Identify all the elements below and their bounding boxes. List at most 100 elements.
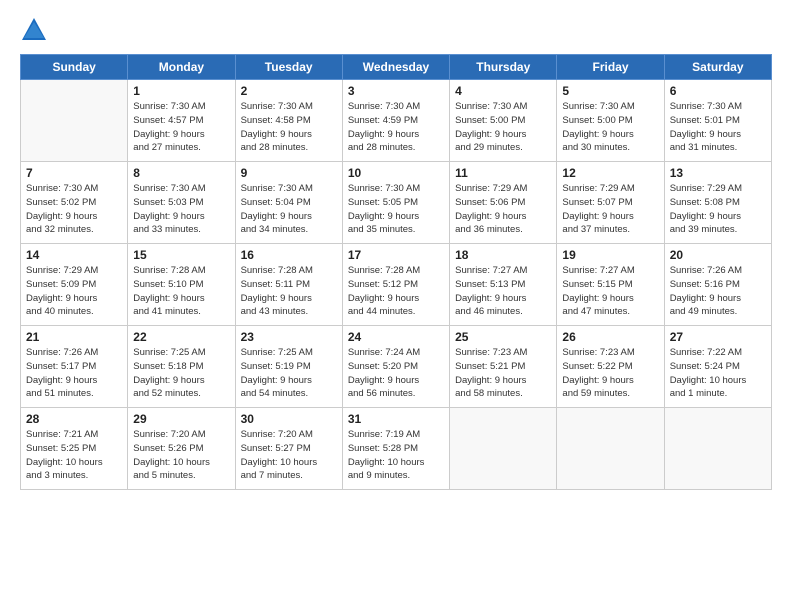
calendar-cell: 27 Sunrise: 7:22 AM Sunset: 5:24 PM Dayli… [664,326,771,408]
sun-info: Sunrise: 7:29 AM Sunset: 5:06 PM Dayligh… [455,182,551,237]
day-number: 7 [26,166,122,180]
sun-info: Sunrise: 7:26 AM Sunset: 5:16 PM Dayligh… [670,264,766,319]
calendar-cell: 22 Sunrise: 7:25 AM Sunset: 5:18 PM Dayli… [128,326,235,408]
calendar-cell: 11 Sunrise: 7:29 AM Sunset: 5:06 PM Dayli… [450,162,557,244]
calendar-cell: 3Sunrise: 7:30 AM Sunset: 4:59 PM Daylig… [342,80,449,162]
weekday-header-sunday: Sunday [21,55,128,80]
sun-info: Sunrise: 7:23 AM Sunset: 5:21 PM Dayligh… [455,346,551,401]
logo-icon [20,16,48,44]
day-number: 17 [348,248,444,262]
weekday-header-tuesday: Tuesday [235,55,342,80]
day-number: 21 [26,330,122,344]
calendar-cell: 21 Sunrise: 7:26 AM Sunset: 5:17 PM Dayli… [21,326,128,408]
calendar-cell: 4 Sunrise: 7:30 AM Sunset: 5:00 PM Daylig… [450,80,557,162]
calendar-cell: 16 Sunrise: 7:28 AM Sunset: 5:11 PM Dayli… [235,244,342,326]
sun-info: Sunrise: 7:30 AM Sunset: 5:03 PM Dayligh… [133,182,229,237]
sun-info: Sunrise: 7:27 AM Sunset: 5:15 PM Dayligh… [562,264,658,319]
day-number: 18 [455,248,551,262]
sun-info: Sunrise: 7:27 AM Sunset: 5:13 PM Dayligh… [455,264,551,319]
calendar-cell: 2Sunrise: 7:30 AM Sunset: 4:58 PM Daylig… [235,80,342,162]
day-number: 29 [133,412,229,426]
calendar-cell: 17 Sunrise: 7:28 AM Sunset: 5:12 PM Dayli… [342,244,449,326]
sun-info: Sunrise: 7:20 AM Sunset: 5:27 PM Dayligh… [241,428,337,483]
calendar-cell: 28 Sunrise: 7:21 AM Sunset: 5:25 PM Dayli… [21,408,128,490]
week-row-4: 21 Sunrise: 7:26 AM Sunset: 5:17 PM Dayli… [21,326,772,408]
day-number: 26 [562,330,658,344]
day-number: 4 [455,84,551,98]
calendar-cell: 13 Sunrise: 7:29 AM Sunset: 5:08 PM Dayli… [664,162,771,244]
sun-info: Sunrise: 7:29 AM Sunset: 5:07 PM Dayligh… [562,182,658,237]
day-number: 15 [133,248,229,262]
day-number: 27 [670,330,766,344]
calendar-cell: 31Sunrise: 7:19 AM Sunset: 5:28 PM Dayli… [342,408,449,490]
sun-info: Sunrise: 7:25 AM Sunset: 5:19 PM Dayligh… [241,346,337,401]
calendar-table: SundayMondayTuesdayWednesdayThursdayFrid… [20,54,772,490]
day-number: 31 [348,412,444,426]
day-number: 22 [133,330,229,344]
day-number: 6 [670,84,766,98]
weekday-header-thursday: Thursday [450,55,557,80]
calendar-cell: 20 Sunrise: 7:26 AM Sunset: 5:16 PM Dayli… [664,244,771,326]
day-number: 16 [241,248,337,262]
weekday-header-monday: Monday [128,55,235,80]
sun-info: Sunrise: 7:30 AM Sunset: 5:00 PM Dayligh… [562,100,658,155]
day-number: 20 [670,248,766,262]
sun-info: Sunrise: 7:26 AM Sunset: 5:17 PM Dayligh… [26,346,122,401]
day-number: 5 [562,84,658,98]
sun-info: Sunrise: 7:20 AM Sunset: 5:26 PM Dayligh… [133,428,229,483]
sun-info: Sunrise: 7:30 AM Sunset: 5:01 PM Dayligh… [670,100,766,155]
sun-info: Sunrise: 7:30 AM Sunset: 5:02 PM Dayligh… [26,182,122,237]
sun-info: Sunrise: 7:24 AM Sunset: 5:20 PM Dayligh… [348,346,444,401]
calendar-cell: 8Sunrise: 7:30 AM Sunset: 5:03 PM Daylig… [128,162,235,244]
calendar-cell: 23 Sunrise: 7:25 AM Sunset: 5:19 PM Dayli… [235,326,342,408]
weekday-header-friday: Friday [557,55,664,80]
day-number: 25 [455,330,551,344]
calendar-cell [557,408,664,490]
calendar-cell: 12Sunrise: 7:29 AM Sunset: 5:07 PM Dayli… [557,162,664,244]
calendar-cell: 26Sunrise: 7:23 AM Sunset: 5:22 PM Dayli… [557,326,664,408]
day-number: 11 [455,166,551,180]
day-number: 13 [670,166,766,180]
weekday-header-row: SundayMondayTuesdayWednesdayThursdayFrid… [21,55,772,80]
sun-info: Sunrise: 7:28 AM Sunset: 5:11 PM Dayligh… [241,264,337,319]
calendar-cell: 15 Sunrise: 7:28 AM Sunset: 5:10 PM Dayli… [128,244,235,326]
week-row-3: 14Sunrise: 7:29 AM Sunset: 5:09 PM Dayli… [21,244,772,326]
day-number: 3 [348,84,444,98]
sun-info: Sunrise: 7:29 AM Sunset: 5:09 PM Dayligh… [26,264,122,319]
sun-info: Sunrise: 7:28 AM Sunset: 5:12 PM Dayligh… [348,264,444,319]
calendar-cell: 9Sunrise: 7:30 AM Sunset: 5:04 PM Daylig… [235,162,342,244]
day-number: 1 [133,84,229,98]
sun-info: Sunrise: 7:21 AM Sunset: 5:25 PM Dayligh… [26,428,122,483]
calendar-cell: 19 Sunrise: 7:27 AM Sunset: 5:15 PM Dayli… [557,244,664,326]
calendar-cell [21,80,128,162]
day-number: 30 [241,412,337,426]
calendar-cell: 6 Sunrise: 7:30 AM Sunset: 5:01 PM Daylig… [664,80,771,162]
day-number: 24 [348,330,444,344]
sun-info: Sunrise: 7:30 AM Sunset: 5:00 PM Dayligh… [455,100,551,155]
day-number: 10 [348,166,444,180]
sun-info: Sunrise: 7:30 AM Sunset: 5:04 PM Dayligh… [241,182,337,237]
sun-info: Sunrise: 7:30 AM Sunset: 5:05 PM Dayligh… [348,182,444,237]
calendar-cell: 30 Sunrise: 7:20 AM Sunset: 5:27 PM Dayli… [235,408,342,490]
calendar-cell: 1 Sunrise: 7:30 AM Sunset: 4:57 PM Daylig… [128,80,235,162]
calendar-cell [450,408,557,490]
header [20,16,772,44]
day-number: 28 [26,412,122,426]
sun-info: Sunrise: 7:28 AM Sunset: 5:10 PM Dayligh… [133,264,229,319]
day-number: 23 [241,330,337,344]
sun-info: Sunrise: 7:22 AM Sunset: 5:24 PM Dayligh… [670,346,766,401]
calendar-cell: 18 Sunrise: 7:27 AM Sunset: 5:13 PM Dayli… [450,244,557,326]
week-row-2: 7 Sunrise: 7:30 AM Sunset: 5:02 PM Daylig… [21,162,772,244]
calendar-cell: 10 Sunrise: 7:30 AM Sunset: 5:05 PM Dayli… [342,162,449,244]
sun-info: Sunrise: 7:29 AM Sunset: 5:08 PM Dayligh… [670,182,766,237]
calendar-cell: 29 Sunrise: 7:20 AM Sunset: 5:26 PM Dayli… [128,408,235,490]
weekday-header-saturday: Saturday [664,55,771,80]
calendar-cell: 7 Sunrise: 7:30 AM Sunset: 5:02 PM Daylig… [21,162,128,244]
sun-info: Sunrise: 7:25 AM Sunset: 5:18 PM Dayligh… [133,346,229,401]
calendar-cell: 14Sunrise: 7:29 AM Sunset: 5:09 PM Dayli… [21,244,128,326]
calendar-cell: 5 Sunrise: 7:30 AM Sunset: 5:00 PM Daylig… [557,80,664,162]
calendar-cell: 25 Sunrise: 7:23 AM Sunset: 5:21 PM Dayli… [450,326,557,408]
sun-info: Sunrise: 7:30 AM Sunset: 4:57 PM Dayligh… [133,100,229,155]
day-number: 2 [241,84,337,98]
day-number: 19 [562,248,658,262]
